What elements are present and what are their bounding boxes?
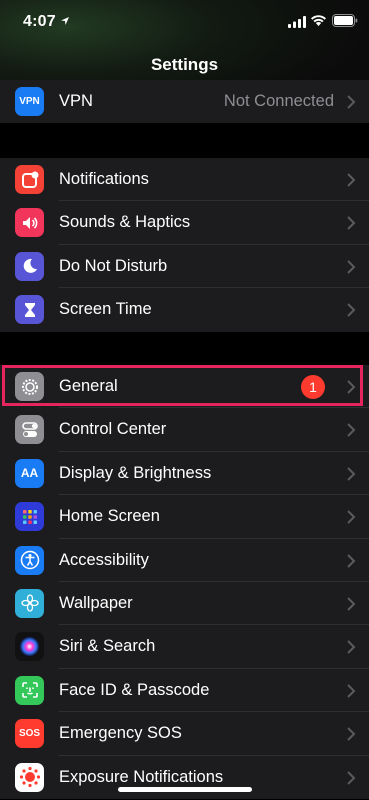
chevron-right-icon [347, 640, 356, 655]
settings-row-face-id-passcode[interactable]: Face ID & Passcode [0, 669, 369, 713]
settings-group-general: General 1 Control Center AA Display & Br… [0, 365, 369, 799]
status-time: 4:07 [23, 13, 56, 30]
app-grid-icon [15, 502, 44, 532]
settings-row-wallpaper[interactable]: Wallpaper [0, 582, 369, 626]
cellular-signal-icon [288, 16, 306, 28]
speaker-icon [15, 208, 44, 238]
chevron-right-icon [347, 380, 356, 394]
vpn-status-value: Not Connected [223, 92, 334, 110]
vpn-icon-text: VPN [19, 96, 40, 107]
settings-row-label: Siri & Search [59, 637, 156, 656]
sos-icon-text: SOS [18, 728, 41, 740]
settings-row-general[interactable]: General 1 [0, 365, 369, 409]
location-arrow-icon [61, 17, 69, 25]
chevron-right-icon [347, 216, 356, 231]
settings-row-label: Do Not Disturb [59, 256, 168, 275]
chevron-right-icon [347, 510, 356, 524]
page-title: Settings [150, 55, 219, 74]
settings-row-label: Screen Time [59, 300, 152, 319]
settings-row-label: VPN [59, 92, 93, 110]
gear-icon [15, 372, 44, 401]
chevron-right-icon [347, 95, 356, 109]
chevron-right-icon [347, 553, 356, 568]
settings-row-exposure-notifications[interactable]: Exposure Notifications [0, 756, 369, 799]
settings-row-sounds-haptics[interactable]: Sounds & Haptics [0, 201, 369, 245]
face-id-icon [15, 675, 44, 705]
accessibility-icon [15, 545, 44, 575]
settings-row-notifications[interactable]: Notifications [0, 158, 369, 202]
settings-row-label: Sounds & Haptics [59, 213, 191, 232]
siri-icon [15, 632, 44, 662]
settings-row-label: Home Screen [59, 507, 160, 526]
chevron-right-icon [347, 173, 356, 187]
settings-row-screen-time[interactable]: Screen Time [0, 288, 369, 331]
settings-row-vpn[interactable]: VPN VPN Not Connected [0, 80, 369, 123]
settings-row-label: Display & Brightness [59, 463, 212, 482]
settings-row-label: Emergency SOS [59, 724, 182, 743]
settings-row-label: Face ID & Passcode [59, 680, 210, 699]
settings-row-emergency-sos[interactable]: SOS Emergency SOS [0, 712, 369, 756]
settings-row-label: General [59, 377, 118, 395]
settings-group-network: VPN VPN Not Connected [0, 80, 369, 124]
text-size-icon-text: AA [20, 466, 39, 481]
home-indicator[interactable] [118, 787, 252, 792]
text-size-icon: AA [15, 458, 44, 488]
battery-icon [332, 14, 358, 27]
settings-row-label: Wallpaper [59, 593, 133, 612]
settings-group-notifications: Notifications Sounds & Haptics Do Not Di… [0, 158, 369, 332]
sos-icon: SOS [15, 719, 44, 749]
chevron-right-icon [347, 303, 356, 317]
settings-row-label: Notifications [59, 170, 149, 188]
notifications-icon [15, 165, 44, 194]
settings-row-do-not-disturb[interactable]: Do Not Disturb [0, 245, 369, 289]
exposure-icon [15, 762, 44, 792]
toggles-icon [15, 415, 44, 445]
settings-row-control-center[interactable]: Control Center [0, 408, 369, 452]
chevron-right-icon [347, 770, 356, 785]
settings-row-label: Control Center [59, 420, 167, 439]
chevron-right-icon [347, 684, 356, 698]
chevron-right-icon [347, 260, 356, 274]
notification-badge: 1 [301, 375, 325, 399]
settings-row-label: Exposure Notifications [59, 767, 224, 786]
moon-icon [15, 251, 44, 281]
flower-icon [15, 588, 44, 618]
settings-row-display-brightness[interactable]: AA Display & Brightness [0, 452, 369, 496]
chevron-right-icon [347, 467, 356, 481]
settings-row-accessibility[interactable]: Accessibility [0, 539, 369, 582]
settings-row-home-screen[interactable]: Home Screen [0, 495, 369, 539]
settings-row-siri-search[interactable]: Siri & Search [0, 625, 369, 669]
chevron-right-icon [347, 727, 356, 741]
chevron-right-icon [347, 597, 356, 611]
settings-row-label: Accessibility [59, 550, 149, 569]
hourglass-icon [15, 295, 44, 325]
chevron-right-icon [347, 423, 356, 438]
wifi-icon [311, 15, 326, 26]
vpn-icon: VPN [15, 87, 44, 116]
status-bar: 4:07 [0, 0, 369, 44]
